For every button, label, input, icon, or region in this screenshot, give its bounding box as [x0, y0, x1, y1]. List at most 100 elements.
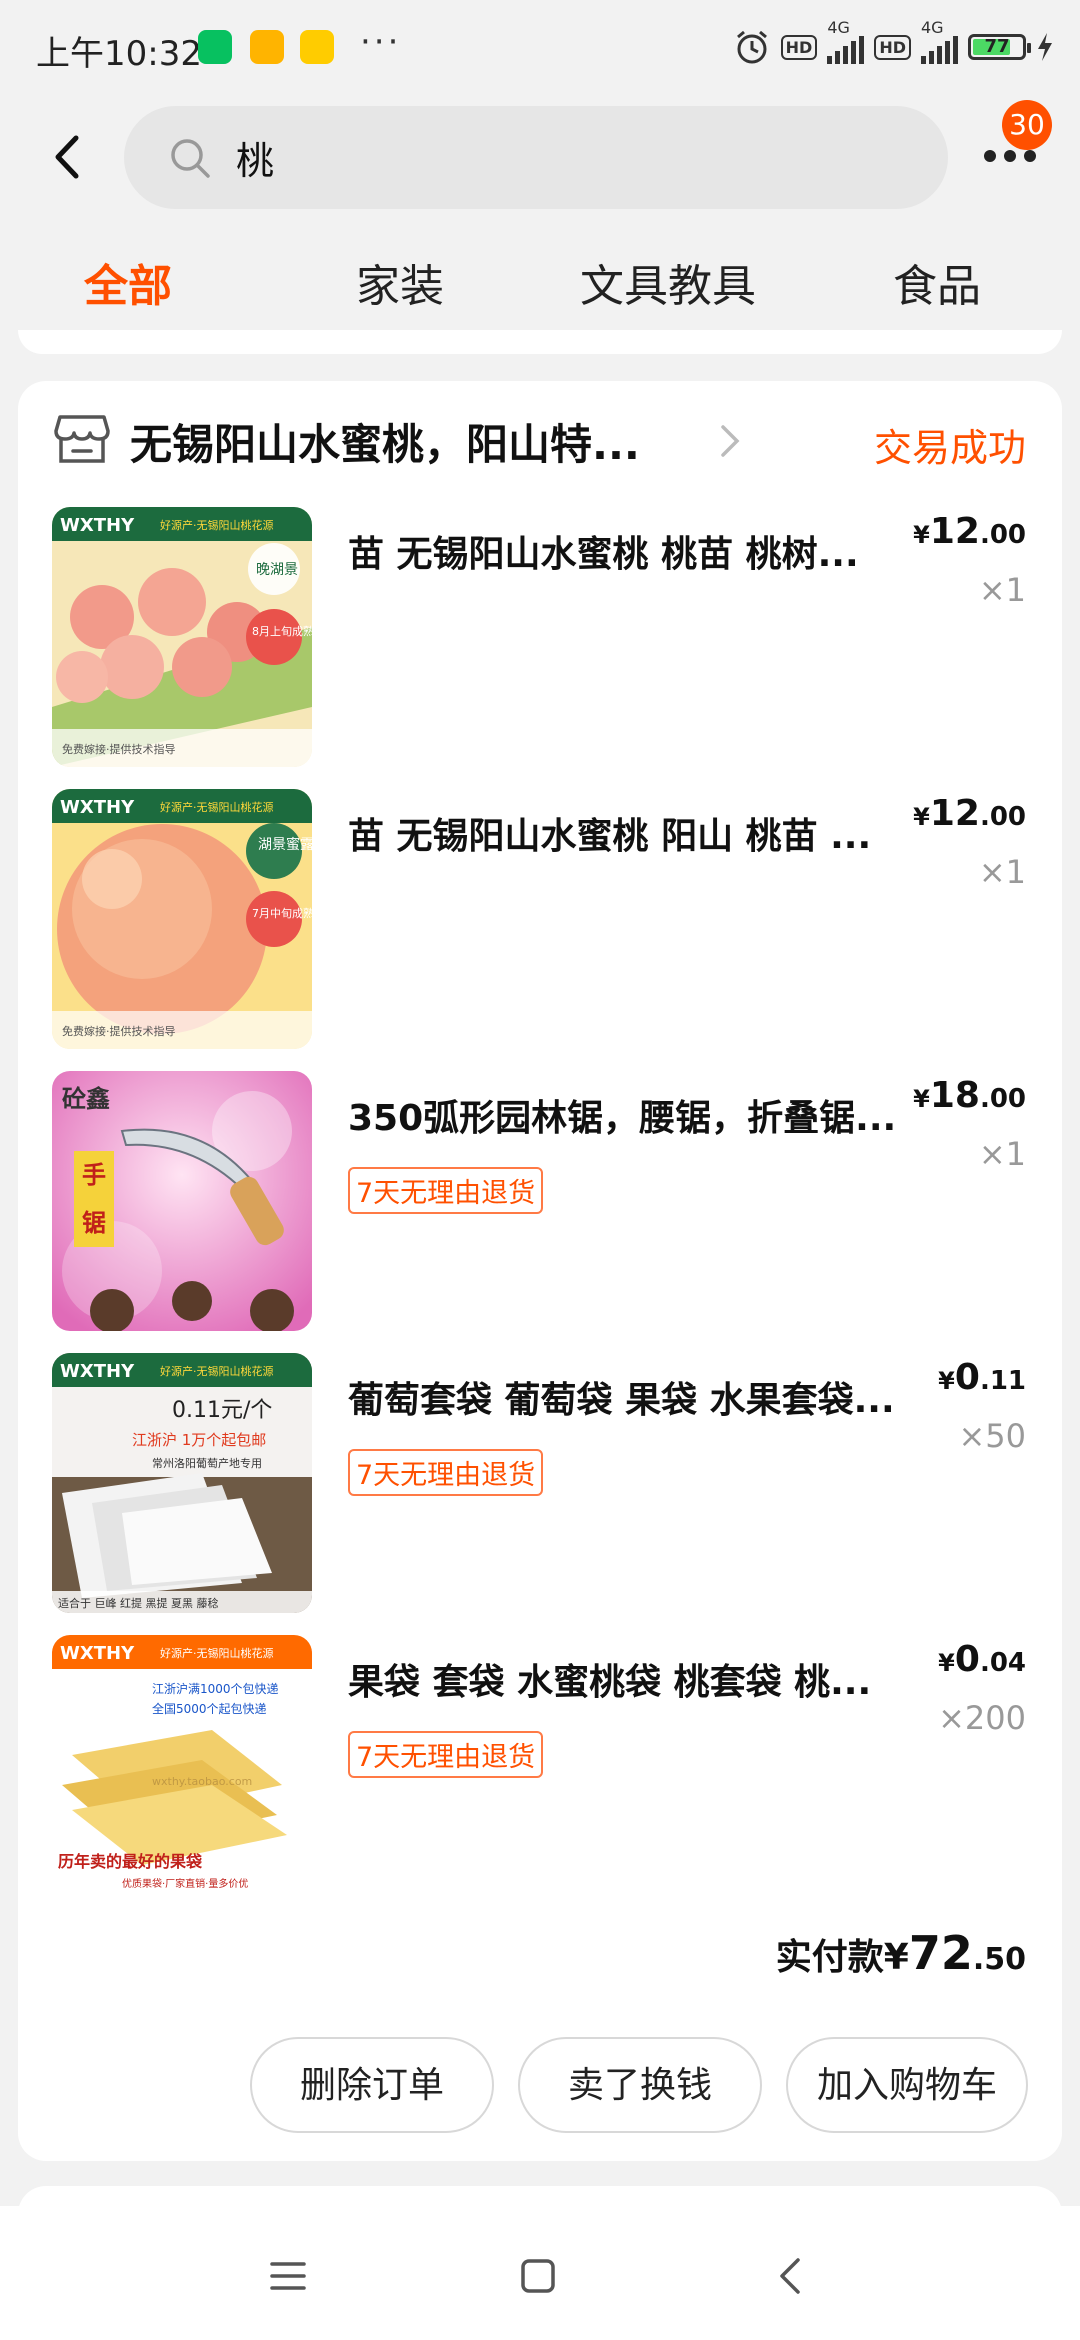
- order-item[interactable]: WXTHY 好源产·无锡阳山桃花源 湖景蜜露 7月中旬成熟 免费嫁接·提供技术指…: [18, 789, 1062, 1051]
- svg-text:常州洛阳葡萄产地专用: 常州洛阳葡萄产地专用: [152, 1456, 262, 1470]
- product-quantity: ×1: [978, 853, 1026, 891]
- shop-name[interactable]: 无锡阳山水蜜桃，阳山特...: [130, 411, 640, 472]
- back-arrow-icon: [55, 135, 79, 179]
- order-card[interactable]: 无锡阳山水蜜桃，阳山特... 交易成功 WXTHY 好源产·无锡阳山桃花源 晚湖…: [18, 381, 1062, 2161]
- product-thumbnail[interactable]: 砼鑫 手 锯: [52, 1071, 312, 1331]
- svg-text:锯: 锯: [82, 1209, 106, 1237]
- product-quantity: ×200: [938, 1699, 1026, 1737]
- product-thumbnail[interactable]: WXTHY 好源产·无锡阳山桃花源 湖景蜜露 7月中旬成熟 免费嫁接·提供技术指…: [52, 789, 312, 1049]
- shop-header[interactable]: 无锡阳山水蜜桃，阳山特... 交易成功: [18, 381, 1062, 501]
- tab-food[interactable]: 食品: [893, 250, 981, 314]
- hd-icon: HD: [780, 34, 818, 60]
- app-notification-icon: [300, 30, 334, 64]
- svg-text:手: 手: [82, 1161, 106, 1189]
- add-to-cart-button[interactable]: 加入购物车: [786, 2037, 1028, 2133]
- recent-apps-button[interactable]: [268, 2256, 308, 2296]
- svg-text:湖景蜜露: 湖景蜜露: [258, 837, 312, 853]
- product-title[interactable]: 果袋 套袋 水蜜桃袋 桃套袋 桃...: [348, 1653, 928, 1705]
- search-icon: [171, 139, 210, 178]
- status-icons: HD 4G HD 4G 77: [733, 18, 1054, 70]
- saw-product-image: 砼鑫 手 锯: [52, 1071, 312, 1331]
- svg-text:8月上旬成熟: 8月上旬成熟: [252, 624, 312, 638]
- shop-icon: [54, 415, 110, 463]
- svg-text:WXTHY: WXTHY: [60, 1361, 135, 1382]
- order-item[interactable]: WXTHY 好源产·无锡阳山桃花源 0.11元/个 江浙沪 1万个起包邮 常州洛…: [18, 1353, 1062, 1615]
- product-title[interactable]: 350弧形园林锯，腰锯，折叠锯...: [348, 1089, 928, 1141]
- tab-stationery[interactable]: 文具教具: [580, 250, 756, 314]
- product-title[interactable]: 苗 无锡阳山水蜜桃 桃苗 桃树...: [348, 525, 928, 577]
- order-total: 实付款¥72.50: [775, 1926, 1026, 1980]
- wechat-notification-icon: [198, 30, 232, 64]
- delete-order-button[interactable]: 删除订单: [250, 2037, 494, 2133]
- battery-icon: 77: [968, 34, 1031, 60]
- fruit-bag-product-image: WXTHY 好源产·无锡阳山桃花源 江浙沪满1000个包快递 全国5000个起包…: [52, 1635, 312, 1895]
- product-title[interactable]: 葡萄套袋 葡萄袋 果袋 水果套袋...: [348, 1371, 928, 1423]
- order-status: 交易成功: [873, 426, 1026, 470]
- product-thumbnail[interactable]: WXTHY 好源产·无锡阳山桃花源 江浙沪满1000个包快递 全国5000个起包…: [52, 1635, 312, 1895]
- svg-text:江浙沪 1万个起包邮: 江浙沪 1万个起包邮: [132, 1431, 266, 1449]
- return-policy-tag: 7天无理由退货: [348, 1449, 544, 1496]
- alarm-icon: [736, 30, 767, 64]
- product-quantity: ×1: [978, 1135, 1026, 1173]
- svg-text:晚湖景: 晚湖景: [256, 562, 298, 578]
- order-item[interactable]: WXTHY 好源产·无锡阳山桃花源 晚湖景 8月上旬成熟 免费嫁接·提供技术指导…: [18, 507, 1062, 769]
- search-input[interactable]: 桃: [124, 106, 948, 209]
- svg-text:历年卖的最好的果袋: 历年卖的最好的果袋: [58, 1852, 203, 1871]
- svg-text:全国5000个起包快递: 全国5000个起包快递: [152, 1701, 267, 1716]
- svg-text:WXTHY: WXTHY: [60, 1643, 135, 1664]
- peach-product-image: WXTHY 好源产·无锡阳山桃花源 晚湖景 8月上旬成熟 免费嫁接·提供技术指导: [52, 507, 312, 767]
- product-price: ¥0.11: [938, 1357, 1026, 1398]
- signal-2-icon: 4G: [921, 18, 958, 69]
- product-price: ¥12.00: [913, 793, 1026, 834]
- product-quantity: ×1: [978, 571, 1026, 609]
- battery-level: 77: [984, 36, 1010, 57]
- tab-home-decor[interactable]: 家装: [356, 250, 444, 314]
- tab-all[interactable]: 全部: [84, 250, 172, 314]
- product-thumbnail[interactable]: WXTHY 好源产·无锡阳山桃花源 0.11元/个 江浙沪 1万个起包邮 常州洛…: [52, 1353, 312, 1613]
- svg-text:适合于 巨峰 红提 黑提 夏黑 藤稔: 适合于 巨峰 红提 黑提 夏黑 藤稔: [58, 1596, 218, 1610]
- back-button[interactable]: [48, 132, 88, 182]
- home-button[interactable]: [518, 2256, 558, 2296]
- order-item[interactable]: 砼鑫 手 锯 350弧形园林锯，腰锯，折叠锯... ¥18.00 ×1 7天无理…: [18, 1071, 1062, 1333]
- more-dot-icon: [1024, 150, 1036, 162]
- signal-1-icon: 4G: [827, 18, 865, 69]
- svg-text:7月中旬成熟: 7月中旬成熟: [252, 906, 312, 920]
- menu-icon: [270, 2262, 306, 2290]
- more-notifications-icon: ···: [360, 22, 402, 62]
- svg-text:免费嫁接·提供技术指导: 免费嫁接·提供技术指导: [62, 742, 176, 756]
- svg-text:好源产·无锡阳山桃花源: 好源产·无锡阳山桃花源: [160, 1364, 274, 1378]
- resell-button[interactable]: 卖了换钱: [518, 2037, 762, 2133]
- notes-notification-icon: [250, 30, 284, 64]
- svg-text:好源产·无锡阳山桃花源: 好源产·无锡阳山桃花源: [160, 518, 274, 532]
- product-price: ¥0.04: [938, 1639, 1026, 1680]
- system-back-button[interactable]: [772, 2256, 812, 2296]
- product-title[interactable]: 苗 无锡阳山水蜜桃 阳山 桃苗 ...: [348, 807, 928, 859]
- return-policy-tag: 7天无理由退货: [348, 1167, 544, 1214]
- more-dot-icon: [984, 150, 996, 162]
- message-count-badge: 30: [1002, 100, 1052, 150]
- status-bar: 上午10:32 ··· HD 4G HD 4G 77: [0, 0, 1080, 95]
- svg-text:江浙沪满1000个包快递: 江浙沪满1000个包快递: [152, 1682, 279, 1696]
- return-policy-tag: 7天无理由退货: [348, 1731, 544, 1778]
- svg-text:WXTHY: WXTHY: [60, 515, 135, 536]
- category-tabs: 全部 家装 文具教具 食品: [0, 250, 1080, 330]
- product-price: ¥12.00: [913, 511, 1026, 552]
- svg-text:好源产·无锡阳山桃花源: 好源产·无锡阳山桃花源: [160, 1646, 274, 1660]
- chevron-right-icon: [721, 425, 740, 457]
- svg-text:WXTHY: WXTHY: [60, 797, 135, 818]
- product-thumbnail[interactable]: WXTHY 好源产·无锡阳山桃花源 晚湖景 8月上旬成熟 免费嫁接·提供技术指导: [52, 507, 312, 767]
- svg-text:免费嫁接·提供技术指导: 免费嫁接·提供技术指导: [62, 1024, 176, 1038]
- more-dot-icon: [1004, 150, 1016, 162]
- status-time: 上午10:32: [36, 34, 202, 74]
- product-price: ¥18.00: [913, 1075, 1026, 1116]
- grape-bag-product-image: WXTHY 好源产·无锡阳山桃花源 0.11元/个 江浙沪 1万个起包邮 常州洛…: [52, 1353, 312, 1613]
- order-item[interactable]: WXTHY 好源产·无锡阳山桃花源 江浙沪满1000个包快递 全国5000个起包…: [18, 1635, 1062, 1897]
- previous-order-card: [18, 330, 1062, 354]
- product-quantity: ×50: [958, 1417, 1026, 1455]
- peach-product-image: WXTHY 好源产·无锡阳山桃花源 湖景蜜露 7月中旬成熟 免费嫁接·提供技术指…: [52, 789, 312, 1049]
- svg-text:wxthy.taobao.com: wxthy.taobao.com: [152, 1775, 252, 1788]
- svg-text:优质果袋·厂家直销·量多价优: 优质果袋·厂家直销·量多价优: [122, 1877, 248, 1890]
- home-square-icon: [521, 2259, 555, 2293]
- hd-icon-2: HD: [874, 34, 911, 60]
- search-query: 桃: [236, 139, 275, 183]
